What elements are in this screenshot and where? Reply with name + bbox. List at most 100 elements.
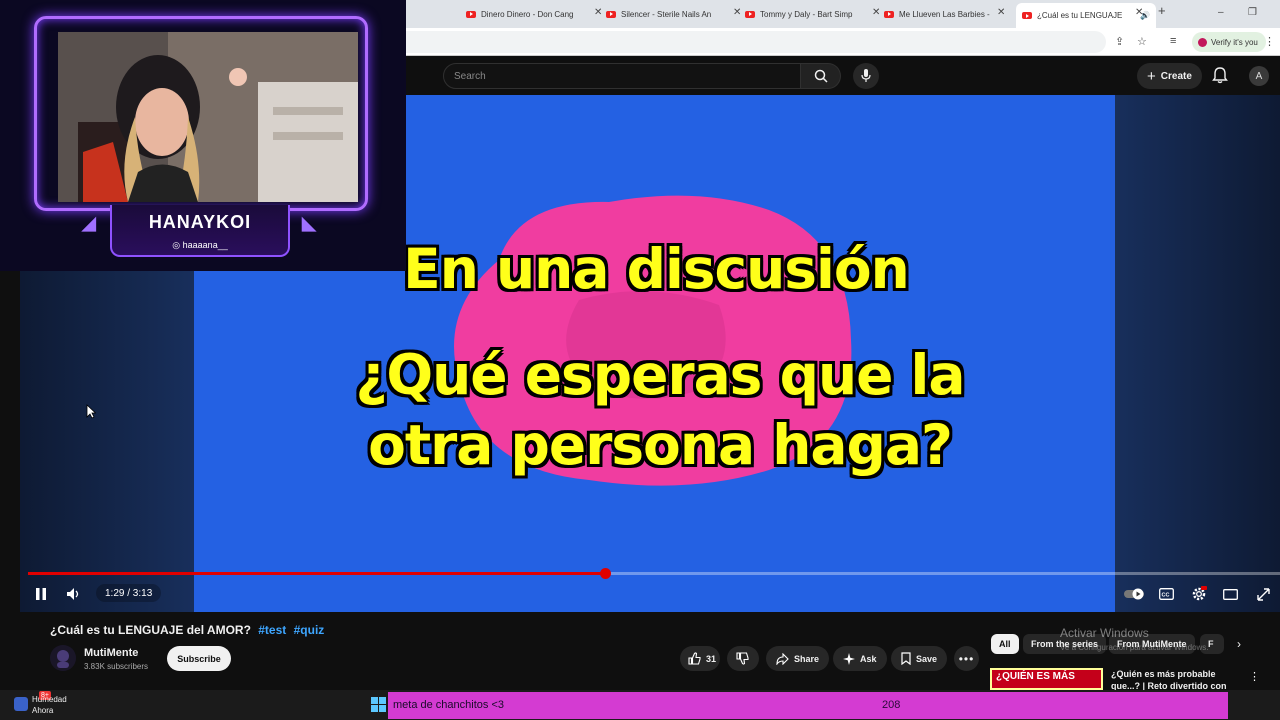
chevron-left-decoration-icon: ◢ — [82, 213, 96, 233]
recommendation-thumbnail[interactable]: ¿QUIÉN ES MÁS — [990, 668, 1103, 690]
video-title: ¿Cuál es tu LENGUAJE del AMOR? #test #qu… — [50, 623, 324, 637]
save-label: Save — [916, 653, 938, 664]
youtube-favicon-icon — [1022, 12, 1032, 19]
settings-button[interactable] — [1190, 586, 1208, 602]
browser-tab[interactable]: Silencer - Sterile Nails An — [606, 4, 731, 24]
browser-tab[interactable]: Tommy y Daly - Bart Simp — [745, 4, 870, 24]
volume-icon — [67, 588, 79, 600]
stream-goal-count: 208 — [882, 699, 901, 711]
browser-tab[interactable]: Dinero Dinero - Don Cang — [466, 4, 591, 24]
video-caption-line-2: ¿Qué esperas que la — [355, 343, 965, 407]
close-tab-icon[interactable]: ✕ — [733, 8, 741, 18]
close-tab-icon[interactable]: ✕ — [594, 8, 602, 18]
account-avatar[interactable]: A — [1249, 66, 1269, 86]
avatar-letter: A — [1255, 70, 1263, 82]
hashtag-link[interactable]: #quiz — [294, 623, 325, 637]
video-caption-line-3: otra persona haga? — [368, 413, 953, 477]
url-field[interactable] — [406, 31, 1106, 53]
youtube-favicon-icon — [745, 10, 755, 18]
create-button[interactable]: + Create — [1137, 63, 1202, 89]
channel-avatar[interactable] — [50, 645, 76, 671]
thumbs-up-icon — [688, 652, 701, 665]
create-label: Create — [1160, 70, 1192, 82]
channel-logo-icon — [50, 645, 76, 671]
theater-mode-icon — [1222, 588, 1238, 600]
autoplay-toggle[interactable] — [1124, 586, 1146, 602]
autoplay-toggle-icon — [1124, 588, 1144, 600]
exit-fullscreen-icon — [1256, 587, 1270, 601]
dislike-button[interactable] — [727, 646, 759, 671]
close-tab-icon[interactable]: ✕ — [997, 8, 1005, 18]
browser-menu-icon[interactable]: ⋮ — [1264, 35, 1275, 48]
volume-button[interactable] — [66, 586, 82, 602]
ask-button[interactable]: Ask — [833, 646, 887, 671]
subscriber-count: 3.83K subscribers — [84, 662, 149, 671]
video-title-text: ¿Cuál es tu LENGUAJE del AMOR? — [50, 623, 251, 637]
channel-name[interactable]: MutiMente — [84, 647, 138, 659]
theater-mode-button[interactable] — [1222, 586, 1238, 602]
tab-title: Dinero Dinero - Don Cang — [481, 9, 574, 19]
bookmark-star-icon[interactable]: ☆ — [1137, 35, 1147, 48]
search-button[interactable] — [801, 63, 841, 89]
more-horizontal-icon: ••• — [958, 651, 975, 666]
share-arrow-icon — [776, 652, 789, 665]
more-actions-button[interactable]: ••• — [954, 646, 979, 671]
hashtag-link[interactable]: #test — [258, 623, 286, 637]
handle-text: haaaana__ — [182, 240, 228, 250]
media-controls-icon[interactable]: ≡ — [1170, 35, 1176, 47]
browser-tab[interactable]: Me Llueven Las Barbies - — [884, 4, 1009, 24]
youtube-favicon-icon — [606, 10, 616, 18]
tab-title: Tommy y Daly - Bart Simp — [760, 9, 853, 19]
verify-label: Verify it's you — [1211, 37, 1258, 47]
share-button[interactable]: Share — [766, 646, 830, 671]
webcam-person-image — [58, 32, 358, 202]
search-placeholder: Search — [454, 71, 486, 82]
webcam-feed — [58, 32, 358, 202]
like-count: 31 — [706, 653, 717, 664]
fullscreen-exit-button[interactable] — [1255, 586, 1271, 602]
video-caption-line-1: En una discusión — [403, 237, 910, 301]
thumbs-down-icon — [736, 652, 749, 665]
minimize-icon[interactable]: – — [1218, 7, 1224, 18]
recommendation-title[interactable]: ¿Quién es más probable que...? | Reto di… — [1111, 668, 1241, 690]
bookmark-save-icon — [901, 652, 911, 665]
progress-scrubber-handle[interactable] — [600, 568, 611, 579]
subscribe-button[interactable]: Subscribe — [167, 646, 231, 671]
tab-title: ¿Cuál es tu LENGUAJE — [1037, 11, 1123, 20]
sparkle-icon — [843, 652, 855, 665]
svg-text:CC: CC — [1161, 593, 1169, 599]
mouse-cursor-icon — [86, 404, 96, 419]
weather-widget[interactable]: Humedad Ahora — [32, 694, 67, 716]
filter-chip-all[interactable]: All — [991, 634, 1019, 654]
windows-start-icon[interactable] — [371, 697, 386, 712]
recommendation-menu-icon[interactable]: ⋮ — [1249, 670, 1260, 683]
captions-button[interactable]: CC — [1158, 586, 1174, 602]
notifications-bell-icon[interactable] — [1212, 67, 1228, 84]
weather-title: Humedad — [32, 695, 67, 704]
video-progress-bar[interactable] — [28, 568, 1280, 579]
verify-identity-button[interactable]: Verify it's you — [1192, 32, 1266, 52]
search-input[interactable]: Search — [443, 63, 801, 89]
chevron-right-icon[interactable]: › — [1237, 637, 1241, 651]
stream-goal-bar — [388, 692, 1228, 719]
ambient-glow-right — [1115, 95, 1280, 612]
weather-widget-icon[interactable] — [14, 697, 28, 711]
maximize-icon[interactable]: ❐ — [1248, 7, 1257, 18]
like-button[interactable]: 31 — [680, 646, 720, 671]
youtube-header: Search + Create A — [406, 57, 1280, 95]
close-tab-icon[interactable]: ✕ — [1135, 8, 1143, 18]
pause-button[interactable] — [34, 586, 48, 602]
share-label: Share — [794, 653, 820, 664]
tab-title: Me Llueven Las Barbies - — [899, 9, 990, 19]
closed-captions-icon: CC — [1158, 588, 1174, 600]
new-tab-button[interactable]: + — [1158, 4, 1166, 17]
tab-title: Silencer - Sterile Nails An — [621, 9, 712, 19]
chevron-right-decoration-icon: ◣ — [302, 213, 316, 233]
install-app-icon[interactable]: ⇪ — [1115, 35, 1124, 48]
close-tab-icon[interactable]: ✕ — [872, 8, 880, 18]
progress-played — [28, 572, 605, 575]
stream-webcam-overlay: ◢ ◣ HANAYKOI ◎ haaaana__ — [0, 0, 406, 271]
save-button[interactable]: Save — [891, 646, 948, 671]
streamer-handle: ◎ haaaana__ — [110, 240, 290, 251]
voice-search-button[interactable] — [853, 63, 879, 89]
